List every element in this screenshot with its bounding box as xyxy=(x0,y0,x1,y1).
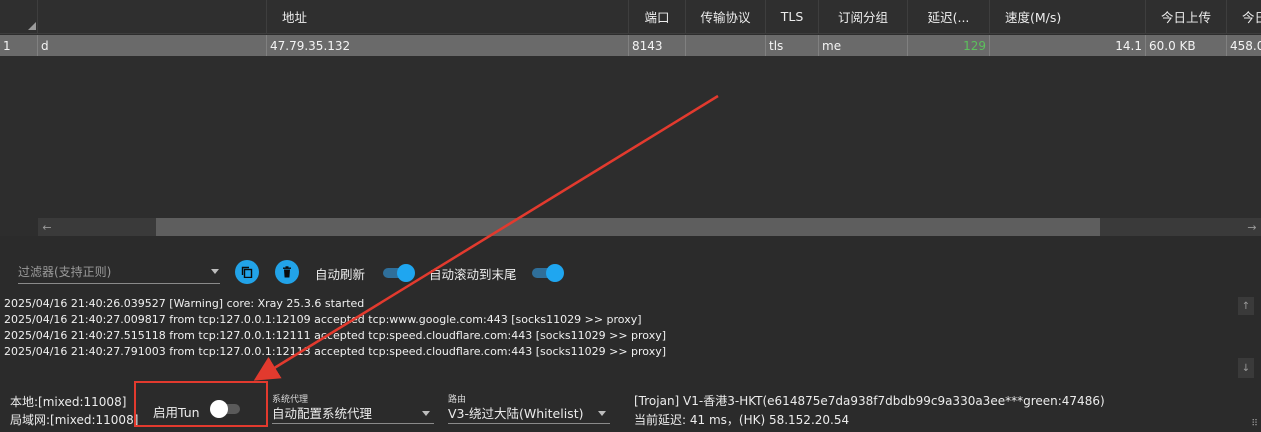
row-remarks: d xyxy=(38,35,267,56)
row-transport xyxy=(686,35,766,56)
scroll-up-icon[interactable]: ↑ xyxy=(1238,297,1254,315)
scroll-down-icon[interactable]: ↓ xyxy=(1238,358,1254,378)
corner-triangle-icon xyxy=(28,22,36,30)
local-port-status: 本地:[mixed:11008] xyxy=(10,395,127,409)
auto-refresh-label: 自动刷新 xyxy=(315,267,366,282)
row-port: 8143 xyxy=(629,35,686,56)
chevron-down-icon[interactable] xyxy=(211,269,219,274)
current-latency-status: 当前延迟: 41 ms，(HK) 58.152.20.54 xyxy=(634,413,850,427)
column-subgroup[interactable]: 订阅分组 xyxy=(819,0,908,33)
row-speed: 14.1 xyxy=(990,35,1146,56)
chevron-down-icon[interactable] xyxy=(422,411,430,416)
trash-icon xyxy=(283,266,291,278)
column-address[interactable]: 地址 xyxy=(267,0,629,33)
auto-scroll-label: 自动滚动到末尾 xyxy=(429,267,517,282)
scroll-right-icon[interactable]: → xyxy=(1243,218,1261,236)
log-line: 2025/04/16 21:40:26.039527 [Warning] cor… xyxy=(4,297,365,310)
table-header: 地址 端口 传输协议 TLS 订阅分组 延迟(... 速度(M/s) 今日上传 … xyxy=(0,0,1261,34)
select-all-corner[interactable] xyxy=(0,0,38,33)
table-row[interactable]: 1 d 47.79.35.132 8143 tls me 129 14.1 60… xyxy=(0,35,1261,56)
toggle-knob xyxy=(210,400,228,418)
column-speed[interactable]: 速度(M/s) xyxy=(990,0,1146,33)
clear-log-button[interactable] xyxy=(275,260,299,284)
log-line: 2025/04/16 21:40:27.791003 from tcp:127.… xyxy=(4,345,667,358)
filter-combobox[interactable] xyxy=(18,262,220,284)
tun-toggle[interactable] xyxy=(210,400,242,418)
system-proxy-select[interactable]: 自动配置系统代理 xyxy=(272,402,434,424)
auto-scroll-toggle[interactable] xyxy=(532,264,564,282)
column-upload-today[interactable]: 今日上传 xyxy=(1146,0,1227,33)
toggle-knob xyxy=(397,264,415,282)
log-panel[interactable]: 2025/04/16 21:40:26.039527 [Warning] cor… xyxy=(0,296,1235,366)
routing-value: V3-绕过大陆(Whitelist) xyxy=(448,406,584,421)
row-download-today: 458.0 xyxy=(1230,38,1261,53)
routing-select[interactable]: V3-绕过大陆(Whitelist) xyxy=(448,402,610,424)
resize-grip-icon[interactable]: ⠿ xyxy=(1251,419,1258,429)
log-line: 2025/04/16 21:40:27.515118 from tcp:127.… xyxy=(4,329,667,342)
log-line: 2025/04/16 21:40:27.009817 from tcp:127.… xyxy=(4,313,642,326)
scroll-left-icon[interactable]: ← xyxy=(38,218,56,236)
column-tls[interactable]: TLS xyxy=(766,0,819,33)
current-server-status: [Trojan] V1-香港3-HKT(e614875e7da938f7dbdb… xyxy=(634,394,1105,408)
copy-icon xyxy=(241,266,253,278)
column-remarks[interactable] xyxy=(38,0,267,33)
copy-log-button[interactable] xyxy=(235,260,259,284)
horizontal-scrollbar[interactable]: ← → xyxy=(38,218,1261,236)
tun-label: 启用Tun xyxy=(153,405,200,420)
column-transport[interactable]: 传输协议 xyxy=(686,0,766,33)
system-proxy-value: 自动配置系统代理 xyxy=(272,406,373,421)
column-port[interactable]: 端口 xyxy=(629,0,686,33)
row-latency: 129 xyxy=(908,35,990,56)
row-subgroup: me xyxy=(819,35,908,56)
chevron-down-icon[interactable] xyxy=(598,411,606,416)
column-download-today[interactable]: 今日 xyxy=(1227,0,1261,33)
row-tls: tls xyxy=(766,35,819,56)
lan-port-status: 局域网:[mixed:11008] xyxy=(10,413,139,427)
toggle-knob xyxy=(546,264,564,282)
column-latency[interactable]: 延迟(... xyxy=(908,0,990,33)
scrollbar-thumb[interactable] xyxy=(156,218,1100,236)
filter-input[interactable] xyxy=(18,262,198,282)
server-table: 地址 端口 传输协议 TLS 订阅分组 延迟(... 速度(M/s) 今日上传 … xyxy=(0,0,1261,236)
row-index: 1 xyxy=(0,35,38,56)
auto-refresh-toggle[interactable] xyxy=(383,264,415,282)
row-address: 47.79.35.132 xyxy=(267,35,629,56)
row-upload-today: 60.0 KB xyxy=(1146,35,1227,56)
